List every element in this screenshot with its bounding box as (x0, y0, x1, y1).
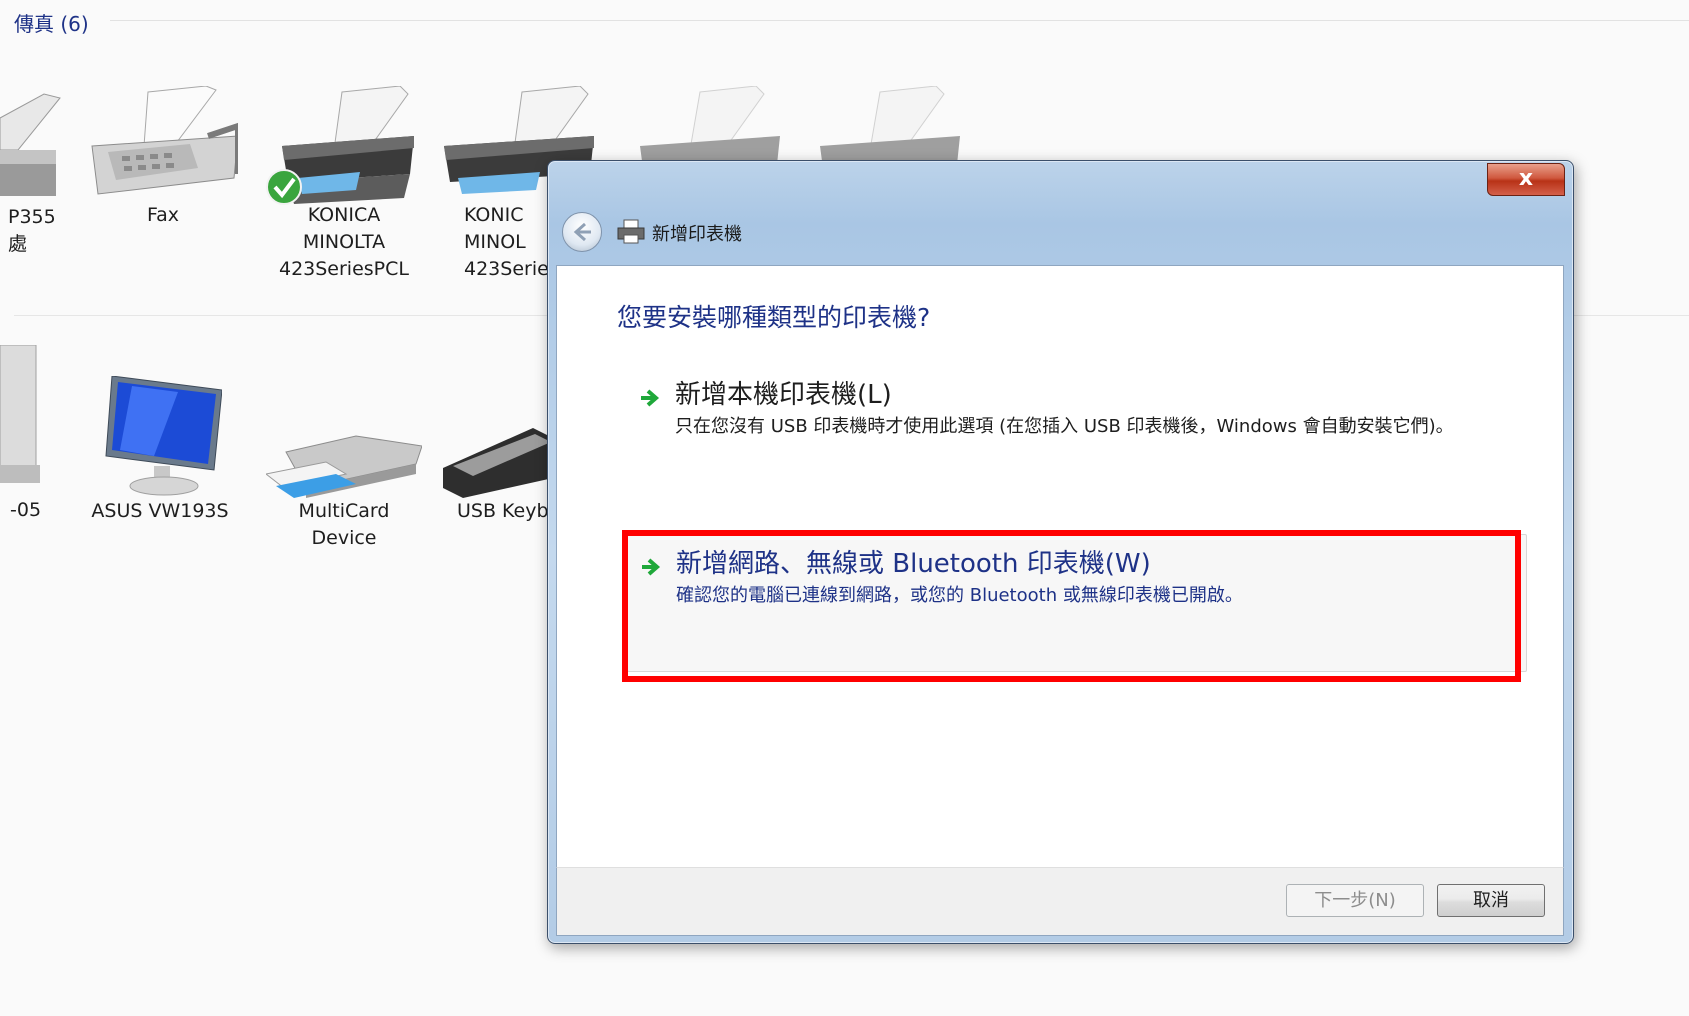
option-title: 新增本機印表機(L) (675, 380, 892, 410)
device-label: -05 (10, 499, 42, 521)
device-asus-monitor[interactable]: ASUS VW193S (91, 376, 229, 522)
monitor-icon (105, 376, 222, 496)
device-label: USB Keyb (457, 500, 549, 522)
keyboard-icon (443, 428, 553, 498)
device-fax[interactable]: Fax (88, 86, 238, 226)
device-usb-keyboard[interactable]: USB Keyb (443, 428, 553, 522)
close-button[interactable]: x (1487, 163, 1565, 196)
option-local-printer[interactable]: 新增本機印表機(L) 只在您沒有 USB 印表機時才使用此選項 (在您插入 US… (627, 374, 1525, 484)
cancel-button[interactable]: 取消 (1437, 884, 1545, 917)
card-reader-icon (266, 435, 422, 498)
device-konica-1[interactable]: KONICA MINOLTA 423SeriesPCL (264, 86, 424, 280)
highlight-box (622, 530, 1521, 682)
dialog-footer: 下一步(N) 取消 (556, 867, 1564, 936)
device-label: ASUS VW193S (91, 500, 229, 522)
printer-icon (0, 93, 61, 196)
device-label: KONICA MINOLTA 423SeriesPCL (278, 204, 409, 280)
computer-icon (0, 345, 40, 483)
back-button[interactable] (562, 212, 602, 252)
device-multicard[interactable]: MultiCard Device (266, 428, 422, 549)
option-description: 只在您沒有 USB 印表機時才使用此選項 (在您插入 USB 印表機後，Wind… (675, 416, 1454, 437)
default-checkmark-icon (266, 169, 302, 205)
group-header-fax[interactable]: 傳真 (6) (14, 8, 89, 37)
fax-icon (91, 86, 238, 195)
device-label: P355 處 (8, 206, 56, 255)
back-arrow-icon (573, 222, 591, 242)
device-p355[interactable]: P355 處 (0, 88, 62, 255)
device-label: KONIC MINOL 423Serie (464, 204, 549, 280)
device-label: MultiCard Device (298, 500, 390, 549)
page-heading: 您要安裝哪種類型的印表機? (617, 303, 931, 332)
green-arrow-icon (641, 389, 660, 407)
device-05[interactable]: -05 (0, 345, 41, 521)
next-button[interactable]: 下一步(N) (1286, 884, 1424, 917)
device-label: Fax (146, 204, 180, 226)
printer-icon (617, 219, 645, 244)
dialog-title: 新增印表機 (652, 224, 742, 245)
group-divider (110, 20, 1689, 21)
